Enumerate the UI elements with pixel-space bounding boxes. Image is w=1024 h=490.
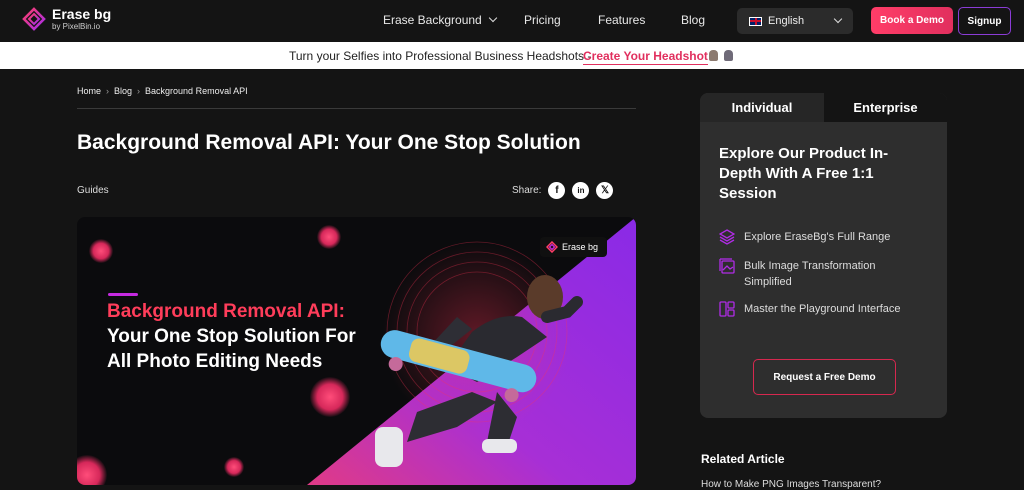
hero-accent-bar (108, 293, 138, 296)
signup-button[interactable]: Signup (958, 7, 1011, 35)
decor-orb (310, 377, 350, 417)
hero-image: Background Removal API: Your One Stop So… (77, 217, 636, 485)
nav-blog[interactable]: Blog (681, 13, 705, 27)
feature-item: Master the Playground Interface (719, 301, 901, 317)
card-title: Explore Our Product In-Depth With A Free… (719, 145, 889, 202)
breadcrumb-home[interactable]: Home (77, 86, 101, 96)
tab-individual[interactable]: Individual (700, 93, 824, 122)
headshot-avatar-icon (709, 50, 718, 61)
hero-headline-accent: Background Removal API: (107, 301, 345, 322)
linkedin-icon[interactable]: in (572, 182, 590, 199)
article-category[interactable]: Guides (77, 185, 109, 196)
book-demo-button[interactable]: Book a Demo (871, 7, 953, 34)
facebook-icon[interactable]: f (548, 182, 566, 199)
breadcrumb-separator: › (106, 86, 110, 96)
headshot-avatar-icon (724, 50, 733, 61)
page-title: Background Removal API: Your One Stop So… (77, 131, 581, 154)
language-label: English (768, 15, 805, 27)
tab-enterprise[interactable]: Enterprise (824, 93, 947, 122)
breadcrumb: Home › Blog › Background Removal API (77, 86, 248, 96)
feature-item: Bulk Image Transformation Simplified (719, 258, 909, 290)
decor-orb (89, 239, 113, 263)
logo-subtitle: by PixelBin.io (52, 22, 101, 31)
divider (77, 108, 636, 109)
erase-bg-logo-icon (546, 241, 558, 253)
banner-text: Turn your Selfies into Professional Busi… (289, 49, 592, 63)
logo-title: Erase bg (52, 6, 112, 22)
erase-bg-logo-icon (22, 7, 46, 31)
breadcrumb-blog[interactable]: Blog (114, 86, 132, 96)
chevron-down-icon (488, 13, 497, 23)
related-article-heading: Related Article (701, 452, 785, 466)
breadcrumb-current: Background Removal API (145, 86, 248, 96)
uk-flag-icon (749, 16, 762, 26)
breadcrumb-separator: › (137, 86, 141, 96)
promo-banner: Turn your Selfies into Professional Busi… (0, 42, 1024, 69)
logo[interactable]: Erase bg by PixelBin.io (22, 7, 111, 31)
decor-orb (317, 225, 341, 249)
top-navigation: Erase bg by PixelBin.io Erase Background… (0, 0, 1024, 42)
hero-headline: Your One Stop Solution For All Photo Edi… (107, 326, 356, 372)
request-demo-button[interactable]: Request a Free Demo (753, 359, 896, 395)
share-label: Share: (512, 185, 542, 196)
hero-badge-label: Erase bg (562, 242, 599, 252)
chevron-down-icon (833, 14, 843, 24)
nav-erase-background[interactable]: Erase Background (383, 13, 497, 27)
x-icon[interactable]: 𝕏 (596, 182, 614, 199)
share-bar: Share: f in 𝕏 (512, 182, 614, 199)
feature-item: Explore EraseBg's Full Range (719, 229, 890, 245)
nav-features[interactable]: Features (598, 13, 645, 27)
hero-brand-badge: Erase bg (540, 237, 607, 257)
images-icon (719, 258, 735, 274)
feature-label: Master the Playground Interface (744, 303, 901, 315)
feature-label: Bulk Image Transformation Simplified (744, 260, 876, 288)
demo-card: Individual Enterprise Explore Our Produc… (700, 93, 947, 418)
language-select[interactable]: English (737, 8, 853, 34)
decor-orb (224, 457, 244, 477)
nav-erase-background-label: Erase Background (383, 13, 482, 27)
create-headshot-link[interactable]: Create Your Headshot (583, 49, 708, 65)
nav-pricing[interactable]: Pricing (524, 13, 561, 27)
layout-icon (719, 301, 735, 317)
feature-label: Explore EraseBg's Full Range (744, 231, 891, 243)
layers-icon (719, 229, 735, 245)
